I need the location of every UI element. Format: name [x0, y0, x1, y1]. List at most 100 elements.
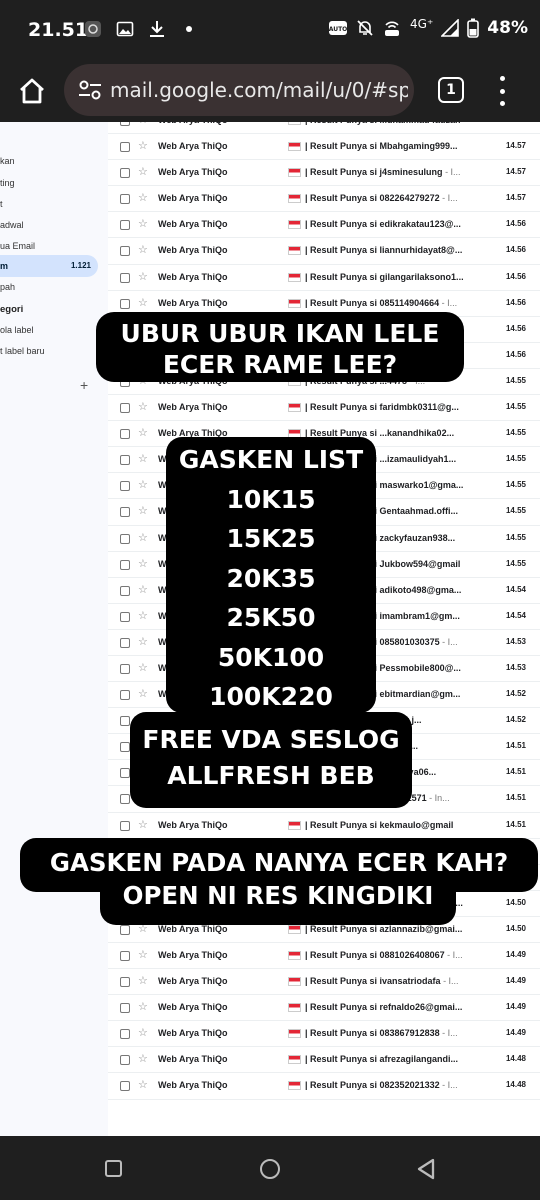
- row-checkbox[interactable]: [120, 122, 130, 126]
- sidebar-item[interactable]: egori: [0, 298, 98, 320]
- row-checkbox[interactable]: [120, 1081, 130, 1092]
- sidebar-item[interactable]: pah: [0, 276, 98, 298]
- star-icon[interactable]: ☆: [138, 974, 148, 987]
- star-icon[interactable]: ☆: [138, 504, 148, 517]
- back-icon[interactable]: [416, 1158, 436, 1180]
- star-icon[interactable]: ☆: [138, 191, 148, 204]
- email-row[interactable]: ☆ Web Arya ThiQo | Result Punya si gilanga…: [108, 265, 540, 291]
- star-icon[interactable]: ☆: [138, 243, 148, 256]
- row-checkbox[interactable]: [120, 1055, 130, 1066]
- email-snippet: - I...: [439, 1028, 458, 1039]
- star-icon[interactable]: ☆: [138, 583, 148, 596]
- row-checkbox[interactable]: [120, 716, 130, 727]
- star-icon[interactable]: ☆: [138, 452, 148, 465]
- row-checkbox[interactable]: [120, 663, 130, 674]
- row-checkbox[interactable]: [120, 585, 130, 596]
- indonesia-flag-icon: [288, 272, 301, 282]
- star-icon[interactable]: ☆: [138, 296, 148, 309]
- row-checkbox[interactable]: [120, 690, 130, 701]
- email-row[interactable]: ☆ Web Arya ThiQo | Result Punya si kekmaul…: [108, 813, 540, 839]
- star-icon[interactable]: ☆: [138, 1000, 148, 1013]
- add-label-icon[interactable]: +: [80, 377, 88, 393]
- sidebar-item[interactable]: t: [0, 193, 98, 215]
- row-checkbox[interactable]: [120, 559, 130, 570]
- email-row[interactable]: ☆ Web Arya ThiQo | Result Punya si 0822642…: [108, 186, 540, 213]
- star-icon[interactable]: ☆: [138, 1026, 148, 1039]
- star-icon[interactable]: ☆: [138, 217, 148, 230]
- email-time: 14.56: [505, 271, 526, 281]
- email-subject: | Result Punya si kekmaulo@gmail: [305, 820, 500, 830]
- email-row[interactable]: ☆ Web Arya ThiQo | Result Punya si 0881026…: [108, 943, 540, 970]
- recents-icon[interactable]: [105, 1160, 122, 1177]
- row-checkbox[interactable]: [120, 194, 130, 205]
- email-row[interactable]: ☆ Web Arya ThiQo | Result Punya si Muhamma…: [108, 122, 540, 135]
- tab-switcher-button[interactable]: 1: [438, 77, 464, 103]
- email-row[interactable]: ☆ Web Arya ThiQo | Result Punya si liannur…: [108, 238, 540, 265]
- email-row[interactable]: ☆ Web Arya ThiQo | Result Punya si 0823520…: [108, 1073, 540, 1100]
- star-icon[interactable]: ☆: [138, 400, 148, 413]
- star-icon[interactable]: ☆: [138, 139, 148, 152]
- star-icon[interactable]: ☆: [138, 478, 148, 491]
- row-checkbox[interactable]: [120, 533, 130, 544]
- home-icon[interactable]: [16, 75, 48, 107]
- email-subject: | Result Punya si edikrakatau123@...: [305, 219, 500, 229]
- home-nav-icon[interactable]: [260, 1159, 280, 1179]
- row-checkbox[interactable]: [120, 768, 130, 779]
- row-checkbox[interactable]: [120, 951, 130, 961]
- address-bar[interactable]: mail.google.com/mail/u/0/#spam: [64, 64, 414, 116]
- star-icon[interactable]: ☆: [138, 609, 148, 622]
- row-checkbox[interactable]: [120, 220, 130, 231]
- row-checkbox[interactable]: [120, 924, 130, 935]
- row-checkbox[interactable]: [120, 168, 130, 179]
- row-checkbox[interactable]: [120, 455, 130, 466]
- row-checkbox[interactable]: [120, 272, 130, 283]
- star-icon[interactable]: ☆: [138, 635, 148, 648]
- tune-icon[interactable]: [78, 79, 102, 101]
- row-checkbox[interactable]: [120, 637, 130, 648]
- sidebar-item[interactable]: ua Email: [0, 235, 98, 257]
- star-icon[interactable]: ☆: [138, 426, 148, 439]
- sidebar-item[interactable]: ola label: [0, 319, 98, 341]
- row-checkbox[interactable]: [120, 977, 130, 988]
- star-icon[interactable]: ☆: [138, 557, 148, 570]
- row-checkbox[interactable]: [120, 1029, 130, 1040]
- star-icon[interactable]: ☆: [138, 165, 148, 178]
- sidebar-item[interactable]: m 1.121: [0, 255, 98, 277]
- star-icon[interactable]: ☆: [138, 1078, 148, 1091]
- row-checkbox[interactable]: [120, 481, 130, 492]
- row-checkbox[interactable]: [120, 403, 130, 414]
- star-icon[interactable]: ☆: [138, 270, 148, 283]
- row-checkbox[interactable]: [120, 611, 130, 622]
- email-row[interactable]: ☆ Web Arya ThiQo | Result Punya si faridmb…: [108, 395, 540, 422]
- url-text[interactable]: mail.google.com/mail/u/0/#spam: [110, 78, 408, 102]
- email-row[interactable]: ☆ Web Arya ThiQo | Result Punya si ivansat…: [108, 969, 540, 996]
- email-row[interactable]: ☆ Web Arya ThiQo | Result Punya si j4smine…: [108, 160, 540, 187]
- star-icon[interactable]: ☆: [138, 531, 148, 544]
- sidebar-item[interactable]: adwal: [0, 214, 98, 236]
- sidebar-item[interactable]: kan: [0, 150, 98, 172]
- row-checkbox[interactable]: [120, 429, 130, 440]
- star-icon[interactable]: ☆: [138, 948, 148, 961]
- star-icon[interactable]: ☆: [138, 122, 148, 126]
- star-icon[interactable]: ☆: [138, 687, 148, 700]
- email-row[interactable]: ☆ Web Arya ThiQo | Result Punya si refnald…: [108, 995, 540, 1022]
- row-checkbox[interactable]: [120, 246, 130, 257]
- sidebar-item[interactable]: t label baru: [0, 340, 98, 362]
- row-checkbox[interactable]: [120, 794, 130, 805]
- email-row[interactable]: ☆ Web Arya ThiQo | Result Punya si edikrak…: [108, 212, 540, 239]
- email-time: 14.55: [505, 558, 526, 568]
- row-checkbox[interactable]: [120, 142, 130, 153]
- star-icon[interactable]: ☆: [138, 661, 148, 674]
- sidebar-item[interactable]: ting: [0, 172, 98, 194]
- row-checkbox[interactable]: [120, 298, 130, 309]
- row-checkbox[interactable]: [120, 507, 130, 518]
- row-checkbox[interactable]: [120, 820, 130, 831]
- more-vert-icon[interactable]: [494, 76, 510, 106]
- star-icon[interactable]: ☆: [138, 1052, 148, 1065]
- star-icon[interactable]: ☆: [138, 818, 148, 831]
- row-checkbox[interactable]: [120, 1003, 130, 1014]
- row-checkbox[interactable]: [120, 742, 130, 753]
- email-row[interactable]: ☆ Web Arya ThiQo | Result Punya si 0838679…: [108, 1021, 540, 1048]
- email-row[interactable]: ☆ Web Arya ThiQo | Result Punya si afrezag…: [108, 1047, 540, 1074]
- email-row[interactable]: ☆ Web Arya ThiQo | Result Punya si Mbahgam…: [108, 134, 540, 161]
